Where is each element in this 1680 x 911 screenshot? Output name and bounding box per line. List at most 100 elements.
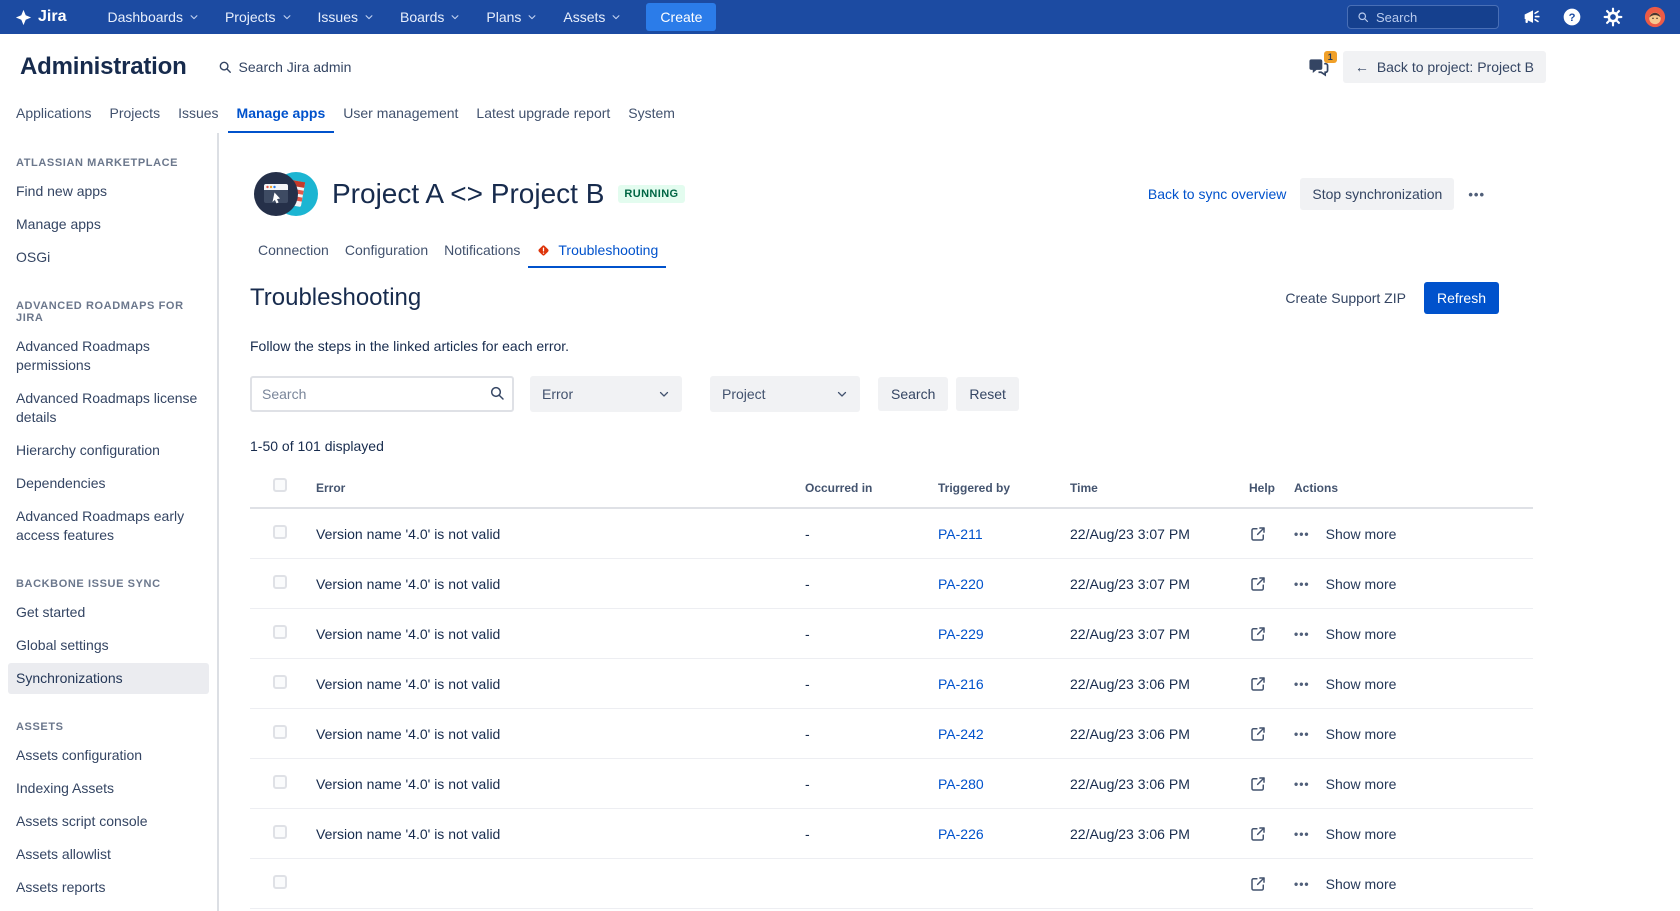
select-all-checkbox[interactable] (273, 478, 287, 492)
issue-link[interactable]: PA-226 (938, 826, 984, 842)
issue-link[interactable]: PA-216 (938, 676, 984, 692)
issue-link[interactable]: PA-229 (938, 626, 984, 642)
sidebar-item-advanced-roadmaps-permissions[interactable]: Advanced Roadmaps permissions (8, 331, 209, 381)
admin-tab-system[interactable]: System (619, 105, 684, 133)
sidebar-section-title: BACKBONE ISSUE SYNC (0, 578, 217, 590)
admin-tab-issues[interactable]: Issues (169, 105, 227, 133)
open-in-new-icon[interactable] (1249, 775, 1267, 793)
issue-link[interactable]: PA-242 (938, 726, 984, 742)
sidebar-item-advanced-roadmaps-license-details[interactable]: Advanced Roadmaps license details (8, 383, 209, 433)
admin-header: Administration Search Jira admin 1 ← Bac… (0, 34, 1680, 100)
row-more-actions-button[interactable]: ••• (1294, 677, 1310, 691)
create-support-zip-button[interactable]: Create Support ZIP (1285, 290, 1406, 306)
row-more-actions-button[interactable]: ••• (1294, 777, 1310, 791)
row-checkbox[interactable] (273, 825, 287, 839)
show-more-button[interactable]: Show more (1326, 626, 1397, 642)
back-to-project-button[interactable]: ← Back to project: Project B (1343, 51, 1546, 83)
row-more-actions-button[interactable]: ••• (1294, 527, 1310, 541)
occurred-in-cell: - (805, 626, 938, 642)
create-button[interactable]: Create (646, 3, 716, 31)
row-checkbox[interactable] (273, 875, 287, 889)
sidebar-item-assets-allowlist[interactable]: Assets allowlist (8, 839, 209, 870)
row-more-actions-button[interactable]: ••• (1294, 877, 1310, 891)
sidebar-item-advanced-roadmaps-early-access-features[interactable]: Advanced Roadmaps early access features (8, 501, 209, 551)
open-in-new-icon[interactable] (1249, 675, 1267, 693)
search-jira-admin-button[interactable]: Search Jira admin (218, 59, 352, 75)
row-checkbox[interactable] (273, 525, 287, 539)
issue-link[interactable]: PA-280 (938, 776, 984, 792)
project-filter-dropdown[interactable]: Project (710, 376, 860, 412)
issue-link[interactable]: PA-211 (938, 526, 983, 542)
open-in-new-icon[interactable] (1249, 525, 1267, 543)
sidebar-item-hierarchy-configuration[interactable]: Hierarchy configuration (8, 435, 209, 466)
admin-tab-user-management[interactable]: User management (334, 105, 467, 133)
notifications-button[interactable]: 1 (1307, 57, 1330, 78)
row-checkbox[interactable] (273, 625, 287, 639)
sync-tab-configuration[interactable]: Configuration (337, 242, 436, 268)
admin-tab-applications[interactable]: Applications (7, 105, 101, 133)
nav-item-boards[interactable]: Boards (387, 0, 473, 34)
sidebar-item-dependencies[interactable]: Dependencies (8, 468, 209, 499)
error-search-input[interactable] (250, 376, 514, 412)
admin-tab-projects[interactable]: Projects (101, 105, 170, 133)
row-checkbox[interactable] (273, 575, 287, 589)
sidebar-item-assets-script-console[interactable]: Assets script console (8, 806, 209, 837)
sidebar-item-get-started[interactable]: Get started (8, 597, 209, 628)
nav-item-issues[interactable]: Issues (305, 0, 387, 34)
row-more-actions-button[interactable]: ••• (1294, 577, 1310, 591)
sidebar-item-find-new-apps[interactable]: Find new apps (8, 176, 209, 207)
nav-item-assets[interactable]: Assets (550, 0, 634, 34)
back-to-sync-overview-link[interactable]: Back to sync overview (1148, 186, 1287, 202)
filter-reset-button[interactable]: Reset (956, 377, 1019, 411)
open-in-new-icon[interactable] (1249, 825, 1267, 843)
show-more-button[interactable]: Show more (1326, 776, 1397, 792)
sidebar-item-osgi[interactable]: OSGi (8, 242, 209, 273)
time-cell: 22/Aug/23 3:06 PM (1070, 826, 1249, 842)
sidebar-section-title: ADVANCED ROADMAPS FOR JIRA (0, 300, 217, 324)
global-search[interactable] (1347, 5, 1499, 29)
help-button[interactable]: ? (1562, 7, 1582, 27)
open-in-new-icon[interactable] (1249, 625, 1267, 643)
sync-more-actions-button[interactable]: ••• (1468, 187, 1485, 202)
row-more-actions-button[interactable]: ••• (1294, 627, 1310, 641)
settings-button[interactable] (1603, 7, 1623, 27)
sync-tab-notifications[interactable]: Notifications (436, 242, 528, 268)
show-more-button[interactable]: Show more (1326, 826, 1397, 842)
row-checkbox[interactable] (273, 675, 287, 689)
user-avatar[interactable] (1644, 6, 1666, 28)
sync-tab-connection[interactable]: Connection (250, 242, 337, 268)
filter-search-button[interactable]: Search (878, 377, 948, 411)
stop-synchronization-button[interactable]: Stop synchronization (1300, 178, 1454, 210)
sidebar-item-assets-configuration[interactable]: Assets configuration (8, 740, 209, 771)
show-more-button[interactable]: Show more (1326, 526, 1397, 542)
nav-item-projects[interactable]: Projects (212, 0, 305, 34)
sidebar-item-indexing-assets[interactable]: Indexing Assets (8, 773, 209, 804)
sidebar-item-global-settings[interactable]: Global settings (8, 630, 209, 661)
error-filter-dropdown[interactable]: Error (530, 376, 682, 412)
global-search-input[interactable] (1376, 10, 1489, 25)
refresh-button[interactable]: Refresh (1424, 282, 1499, 314)
nav-item-plans[interactable]: Plans (473, 0, 550, 34)
sidebar-item-assets-reports[interactable]: Assets reports (8, 872, 209, 903)
sidebar-item-synchronizations[interactable]: Synchronizations (8, 663, 209, 694)
jira-logo[interactable]: Jira (14, 8, 66, 27)
show-more-button[interactable]: Show more (1326, 726, 1397, 742)
sync-tab-troubleshooting[interactable]: Troubleshooting (528, 242, 666, 268)
row-checkbox[interactable] (273, 725, 287, 739)
row-checkbox[interactable] (273, 775, 287, 789)
issue-link[interactable]: PA-220 (938, 576, 984, 592)
chevron-down-icon (836, 388, 848, 400)
row-more-actions-button[interactable]: ••• (1294, 827, 1310, 841)
open-in-new-icon[interactable] (1249, 725, 1267, 743)
open-in-new-icon[interactable] (1249, 875, 1267, 893)
open-in-new-icon[interactable] (1249, 575, 1267, 593)
row-more-actions-button[interactable]: ••• (1294, 727, 1310, 741)
admin-tab-manage-apps[interactable]: Manage apps (228, 105, 335, 133)
show-more-button[interactable]: Show more (1326, 576, 1397, 592)
sidebar-item-manage-apps[interactable]: Manage apps (8, 209, 209, 240)
show-more-button[interactable]: Show more (1326, 676, 1397, 692)
show-more-button[interactable]: Show more (1326, 876, 1397, 892)
announcement-button[interactable] (1520, 7, 1541, 27)
admin-tab-latest-upgrade-report[interactable]: Latest upgrade report (467, 105, 619, 133)
nav-item-dashboards[interactable]: Dashboards (94, 0, 212, 34)
